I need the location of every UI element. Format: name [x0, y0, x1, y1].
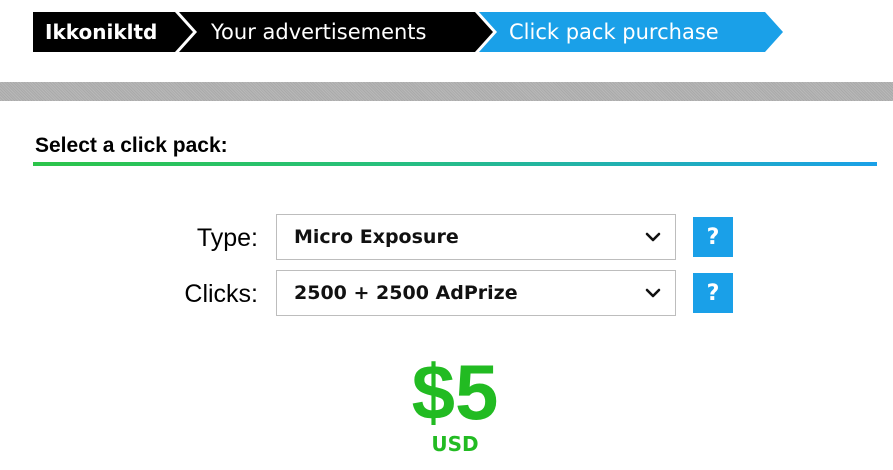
price-currency: USD — [431, 432, 479, 456]
price-amount: $5 — [411, 348, 499, 436]
type-select-value: Micro Exposure — [294, 226, 459, 248]
chevron-down-icon — [645, 232, 661, 242]
breadcrumb-item-your-advertisements[interactable]: Your advertisements — [179, 12, 493, 52]
type-select[interactable]: Micro Exposure — [276, 214, 676, 260]
clicks-select-value: 2500 + 2500 AdPrize — [294, 282, 518, 304]
click-pack-purchase-page: Ikkonikltd Your advertisements Click pac… — [0, 0, 893, 470]
divider-bar — [0, 82, 893, 101]
help-icon: ? — [706, 280, 720, 306]
type-label: Type: — [196, 224, 258, 252]
breadcrumb-item-current: Click pack purchase — [479, 12, 783, 52]
breadcrumb: Ikkonikltd Your advertisements Click pac… — [33, 12, 769, 52]
help-icon: ? — [706, 224, 720, 250]
clicks-label: Clicks: — [184, 280, 258, 308]
section-underline — [33, 162, 877, 166]
clicks-help-button[interactable]: ? — [693, 273, 733, 313]
breadcrumb-item-account[interactable]: Ikkonikltd — [33, 12, 193, 52]
type-help-button[interactable]: ? — [693, 217, 733, 257]
chevron-down-icon — [645, 288, 661, 298]
section-title: Select a click pack: — [35, 134, 228, 157]
clicks-select[interactable]: 2500 + 2500 AdPrize — [276, 270, 676, 316]
